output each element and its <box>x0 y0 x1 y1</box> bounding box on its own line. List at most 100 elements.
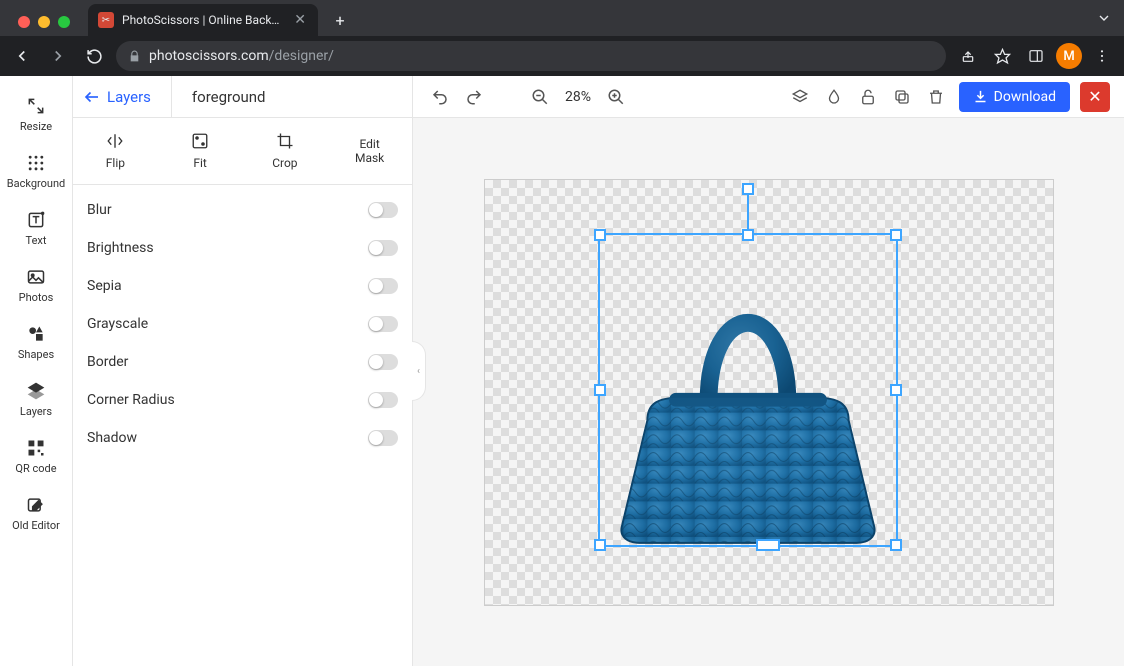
layers-back-link[interactable]: Layers <box>83 88 151 106</box>
toggle-row-corner-radius: Corner Radius <box>87 381 398 419</box>
browser-tab[interactable]: ✂ PhotoScissors | Online Backgr… ✕ <box>88 4 318 36</box>
close-tab-icon[interactable]: ✕ <box>292 12 308 28</box>
opacity-button[interactable] <box>821 84 847 110</box>
effects-list: Blur Brightness Sepia Grayscale Border C… <box>73 185 412 463</box>
copy-icon <box>893 88 911 106</box>
bookmark-star-icon[interactable] <box>988 42 1016 70</box>
undo-icon <box>431 88 449 106</box>
unlock-icon <box>859 88 877 106</box>
sidepanel-header: Layers foreground <box>73 76 412 118</box>
zoom-level: 28% <box>561 89 595 105</box>
text-icon <box>26 210 46 230</box>
layers-icon <box>26 381 46 401</box>
new-tab-button[interactable]: + <box>326 6 354 34</box>
handle-left-center[interactable] <box>594 384 606 396</box>
toggle-row-blur: Blur <box>87 191 398 229</box>
transform-tools: Flip Fit Crop Edit Mask <box>73 118 412 185</box>
canvas-stage[interactable] <box>413 118 1124 666</box>
tool-crop[interactable]: Crop <box>243 118 328 184</box>
tab-bar: ✂ PhotoScissors | Online Backgr… ✕ + <box>0 0 1124 36</box>
handle-top-right[interactable] <box>890 229 902 241</box>
browser-chrome: ✂ PhotoScissors | Online Backgr… ✕ + pho… <box>0 0 1124 76</box>
actions-group <box>787 84 949 110</box>
handle-top-center[interactable] <box>742 229 754 241</box>
lock-button[interactable] <box>855 84 881 110</box>
toggle-corner-radius[interactable] <box>368 392 398 408</box>
toggle-row-border: Border <box>87 343 398 381</box>
zoom-in-button[interactable] <box>603 84 629 110</box>
url-text: photoscissors.com/designer/ <box>149 48 334 64</box>
toggle-brightness[interactable] <box>368 240 398 256</box>
undo-button[interactable] <box>427 84 453 110</box>
tabs-overflow-icon[interactable] <box>1096 10 1112 30</box>
rotation-handle[interactable] <box>742 183 754 195</box>
nav-forward-button[interactable] <box>44 42 72 70</box>
lock-icon <box>128 50 141 63</box>
delete-button[interactable] <box>923 84 949 110</box>
kebab-menu-icon[interactable] <box>1088 42 1116 70</box>
resize-icon <box>26 96 46 116</box>
leftbar-shapes[interactable]: Shapes <box>0 314 72 371</box>
tool-edit-mask[interactable]: Edit Mask <box>327 118 412 184</box>
shapes-icon <box>26 324 46 344</box>
tool-fit[interactable]: Fit <box>158 118 243 184</box>
leftbar-layers[interactable]: Layers <box>0 371 72 428</box>
toggle-sepia[interactable] <box>368 278 398 294</box>
zoom-out-button[interactable] <box>527 84 553 110</box>
redo-button[interactable] <box>461 84 487 110</box>
trash-icon <box>927 88 945 106</box>
toolbar-right: M <box>954 42 1116 70</box>
reload-button[interactable] <box>80 42 108 70</box>
address-bar-row: photoscissors.com/designer/ M <box>0 36 1124 76</box>
close-window[interactable] <box>18 16 30 28</box>
close-editor-button[interactable]: ✕ <box>1080 82 1110 112</box>
address-bar[interactable]: photoscissors.com/designer/ <box>116 41 946 71</box>
nav-back-button[interactable] <box>8 42 36 70</box>
duplicate-button[interactable] <box>889 84 915 110</box>
download-icon <box>973 89 988 104</box>
leftbar-qrcode[interactable]: QR code <box>0 428 72 485</box>
qrcode-icon <box>26 438 46 458</box>
maximize-window[interactable] <box>58 16 70 28</box>
left-toolbar: Resize Background Text Photos Shapes Lay… <box>0 76 73 666</box>
foreground-image[interactable] <box>600 235 896 545</box>
handle-right-center[interactable] <box>890 384 902 396</box>
toggle-blur[interactable] <box>368 202 398 218</box>
profile-avatar[interactable]: M <box>1056 43 1082 69</box>
handle-top-left[interactable] <box>594 229 606 241</box>
favicon-icon: ✂ <box>98 12 114 28</box>
edit-icon <box>26 495 46 515</box>
handle-bottom-left[interactable] <box>594 539 606 551</box>
leftbar-old-editor[interactable]: Old Editor <box>0 485 72 542</box>
panel-icon[interactable] <box>1022 42 1050 70</box>
minimize-window[interactable] <box>38 16 50 28</box>
tool-flip[interactable]: Flip <box>73 118 158 184</box>
layers-button[interactable] <box>787 84 813 110</box>
canvas-artboard[interactable] <box>484 179 1054 606</box>
handle-bottom-right[interactable] <box>890 539 902 551</box>
toggle-row-grayscale: Grayscale <box>87 305 398 343</box>
share-icon[interactable] <box>954 42 982 70</box>
edit-mask-label: Edit Mask <box>355 137 384 166</box>
toggle-row-shadow: Shadow <box>87 419 398 457</box>
toggle-border[interactable] <box>368 354 398 370</box>
toggle-shadow[interactable] <box>368 430 398 446</box>
breadcrumb: foreground <box>171 76 266 117</box>
leftbar-photos[interactable]: Photos <box>0 257 72 314</box>
selection-box[interactable] <box>598 233 898 547</box>
canvas-area: 28% <box>413 76 1124 666</box>
zoom-in-icon <box>607 88 625 106</box>
toggle-grayscale[interactable] <box>368 316 398 332</box>
photo-icon <box>26 267 46 287</box>
handle-bottom-center[interactable] <box>756 539 780 551</box>
zoom-out-icon <box>531 88 549 106</box>
app: Resize Background Text Photos Shapes Lay… <box>0 76 1124 666</box>
toggle-row-brightness: Brightness <box>87 229 398 267</box>
leftbar-text[interactable]: Text <box>0 200 72 257</box>
window-controls <box>8 16 80 36</box>
leftbar-background[interactable]: Background <box>0 143 72 200</box>
leftbar-resize[interactable]: Resize <box>0 86 72 143</box>
flip-icon <box>106 132 124 150</box>
side-panel: Layers foreground Flip Fit Crop Edit Mas… <box>73 76 413 666</box>
download-button[interactable]: Download <box>959 82 1070 112</box>
